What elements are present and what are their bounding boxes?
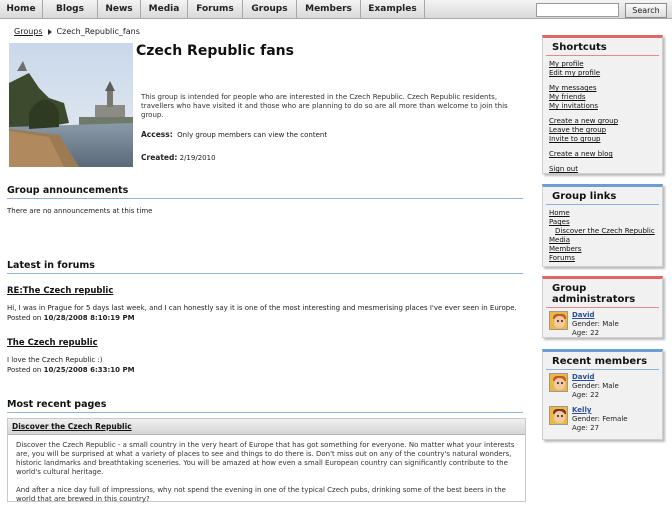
group-link-media[interactable]: Media [549,236,656,245]
nav-media[interactable]: Media [141,0,188,19]
link-sign-out[interactable]: Sign out [549,165,656,174]
recent-page-body: Discover the Czech Republic - a small co… [8,435,525,504]
user-info: David Gender: Male Age: 22 [572,311,619,338]
top-navigation-bar: Home Blogs News Media Forums Groups Memb… [0,0,672,19]
user-name-link[interactable]: David [572,373,595,381]
group-description: This group is intended for people who ar… [141,93,508,119]
forums-heading: Latest in forums [7,260,523,274]
announcements-heading: Group announcements [7,185,523,199]
nav-blogs[interactable]: Blogs [43,0,98,19]
nav-home[interactable]: Home [0,0,43,19]
group-links-heading: Group links [546,187,659,205]
group-link-discover[interactable]: Discover the Czech Republic [549,227,656,236]
group-links-list: Home Pages Discover the Czech Republic M… [543,205,662,267]
group-links-panel: Group links Home Pages Discover the Czec… [542,184,663,267]
breadcrumb: Groups Czech_Republic_fans [14,27,140,36]
recent-page-card: Discover the Czech Republic Discover the… [7,418,526,504]
recent-page-paragraph: Discover the Czech Republic - a small co… [16,441,515,476]
user-gender: Gender: Male [572,320,619,328]
created-value: 2/19/2010 [179,154,216,162]
nav-forums[interactable]: Forums [188,0,243,19]
link-my-friends[interactable]: My friends [549,93,656,102]
breadcrumb-current: Czech_Republic_fans [56,27,140,36]
access-value: Only group members can view the content [177,131,328,139]
nav-news[interactable]: News [98,0,141,19]
link-create-blog[interactable]: Create a new blog [549,150,656,159]
user-age: Age: 22 [572,391,600,399]
group-link-home[interactable]: Home [549,209,656,218]
user-name-link[interactable]: David [572,311,595,319]
recent-members-heading: Recent members [546,352,659,370]
breadcrumb-groups-link[interactable]: Groups [14,27,43,36]
nav-groups[interactable]: Groups [243,0,297,19]
search-button[interactable]: Search [625,3,667,18]
user-info: David Gender: Male Age: 22 [572,373,619,400]
group-created: Created: 2/19/2010 [141,153,216,162]
nav-members[interactable]: Members [297,0,361,19]
breadcrumb-arrow-icon [47,28,52,35]
forum-post-text: I love the Czech Republic :) [7,356,103,364]
announcements-text: There are no announcements at this time [7,207,153,215]
user-gender: Gender: Female [572,415,628,423]
group-photo [9,43,133,167]
recent-page-paragraph: And after a nice day full of impressions… [16,486,506,503]
posted-label: Posted on [7,314,42,322]
avatar[interactable] [549,373,568,392]
forum-post-meta: Posted on 10/25/2008 6:33:10 PM [7,365,517,375]
forum-post-body: Hi, I was in Prague for 5 days last week… [7,303,517,323]
link-edit-profile[interactable]: Edit my profile [549,69,656,78]
recent-page-title-link[interactable]: Discover the Czech Republic [12,422,132,431]
pages-heading: Most recent pages [7,399,523,413]
link-my-messages[interactable]: My messages [549,84,656,93]
posted-date: 10/28/2008 8:10:19 PM [43,314,135,322]
avatar[interactable] [549,311,568,330]
group-title: Czech Republic fans [136,43,294,59]
user-card: David Gender: Male Age: 22 [543,370,662,403]
group-link-members[interactable]: Members [549,245,656,254]
created-label: Created: [141,153,178,162]
forum-post-title[interactable]: The Czech republic [7,338,98,348]
avatar[interactable] [549,406,568,425]
forum-post-text: Hi, I was in Prague for 5 days last week… [7,304,517,312]
user-age: Age: 22 [572,329,600,337]
shortcuts-heading: Shortcuts [546,38,659,56]
access-label: Access: [141,130,173,139]
user-card: Kelly Gender: Female Age: 27 [543,403,662,436]
nav-examples[interactable]: Examples [361,0,425,19]
main-nav: Home Blogs News Media Forums Groups Memb… [0,0,425,19]
link-create-group[interactable]: Create a new group [549,117,656,126]
user-name-link[interactable]: Kelly [572,406,591,414]
user-card: David Gender: Male Age: 22 [543,308,662,341]
posted-date: 10/25/2008 6:33:10 PM [43,366,135,374]
link-my-profile[interactable]: My profile [549,60,656,69]
user-info: Kelly Gender: Female Age: 27 [572,406,628,433]
user-age: Age: 27 [572,424,600,432]
group-link-forums[interactable]: Forums [549,254,656,263]
shortcuts-panel: Shortcuts My profile Edit my profile My … [542,35,663,174]
search-input[interactable] [536,3,619,17]
forum-post-meta: Posted on 10/28/2008 8:10:19 PM [7,313,517,323]
forum-post-body: I love the Czech Republic :) Posted on 1… [7,355,517,375]
recent-members-panel: Recent members David Gender: Male Age: 2… [542,349,663,440]
group-admins-heading: Group administrators [546,279,659,308]
link-my-invitations[interactable]: My invitations [549,102,656,111]
link-leave-group[interactable]: Leave the group [549,126,656,135]
link-invite-to-group[interactable]: Invite to group [549,135,656,144]
posted-label: Posted on [7,366,42,374]
user-gender: Gender: Male [572,382,619,390]
group-access: Access: Only group members can view the … [141,130,327,139]
group-link-pages[interactable]: Pages [549,218,656,227]
shortcuts-links: My profile Edit my profile My messages M… [543,56,662,178]
recent-page-header: Discover the Czech Republic [8,419,525,435]
forum-post-title[interactable]: RE:The Czech republic [7,286,113,296]
group-admins-panel: Group administrators David Gender: Male … [542,276,663,338]
